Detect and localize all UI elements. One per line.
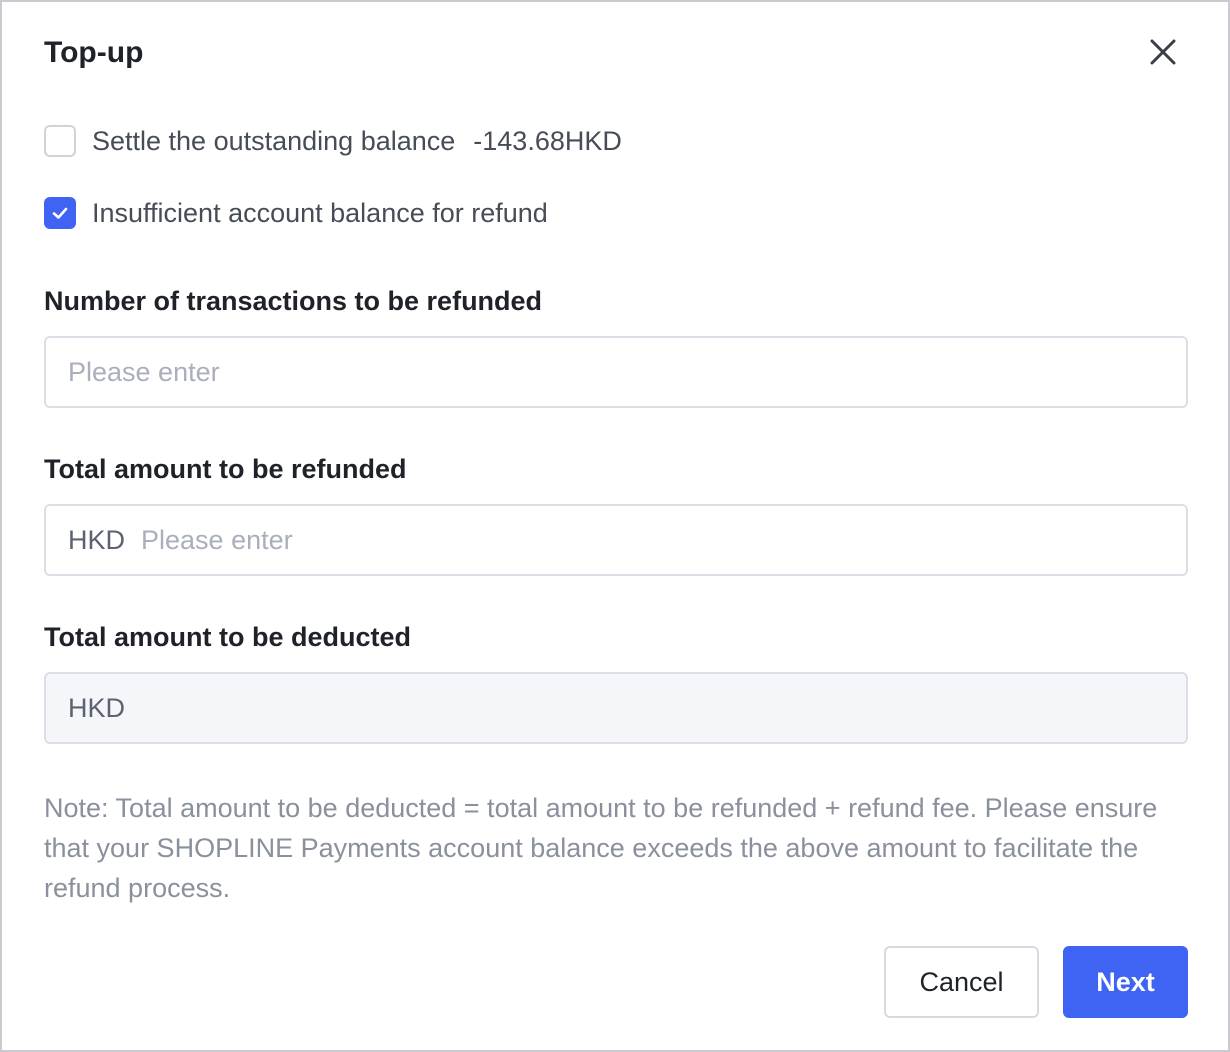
outstanding-balance-amount: -143.68HKD	[473, 126, 622, 156]
settle-balance-checkbox[interactable]	[44, 125, 76, 157]
insufficient-balance-checkbox[interactable]	[44, 197, 76, 229]
insufficient-balance-label: Insufficient account balance for refund	[92, 198, 548, 228]
transactions-input[interactable]	[68, 352, 968, 392]
deducted-total-field: HKD	[44, 672, 1188, 744]
close-icon[interactable]	[1147, 36, 1179, 68]
refund-total-input[interactable]	[141, 520, 1042, 560]
deducted-total-label: Total amount to be deducted	[44, 622, 411, 652]
insufficient-balance-option[interactable]: Insufficient account balance for refund	[44, 196, 548, 230]
refund-note: Note: Total amount to be deducted = tota…	[44, 793, 1158, 903]
deducted-currency-prefix: HKD	[68, 692, 126, 723]
top-up-dialog: Top-up Settle the outstanding balance -1…	[0, 0, 1230, 1052]
transactions-field[interactable]	[44, 336, 1188, 408]
next-button[interactable]: Next	[1063, 946, 1188, 1018]
cancel-button[interactable]: Cancel	[884, 946, 1039, 1018]
settle-balance-option[interactable]: Settle the outstanding balance -143.68HK…	[44, 124, 622, 158]
transactions-label: Number of transactions to be refunded	[44, 286, 543, 316]
refund-total-field[interactable]: HKD	[44, 504, 1188, 576]
settle-balance-label: Settle the outstanding balance	[92, 126, 456, 156]
dialog-title: Top-up	[44, 36, 144, 69]
checkmark-icon	[52, 207, 68, 219]
refund-total-label: Total amount to be refunded	[44, 454, 407, 484]
refund-currency-prefix: HKD	[68, 524, 126, 555]
